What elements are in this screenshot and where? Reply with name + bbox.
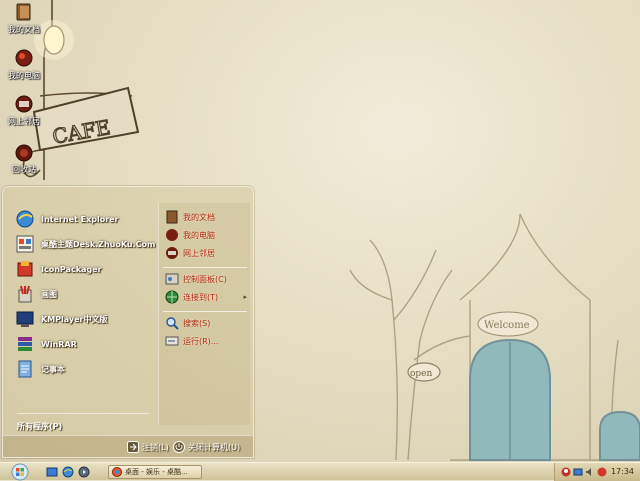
program-item-iconpackager[interactable]: IconPackager bbox=[15, 259, 102, 279]
tool-label: 运行(R)... bbox=[183, 336, 219, 346]
qq-icon[interactable] bbox=[561, 467, 571, 477]
place-label: 网上邻居 bbox=[183, 248, 215, 258]
show-desktop-icon[interactable] bbox=[46, 466, 58, 478]
desktop-icon-recycle-bin[interactable]: 回收站 bbox=[2, 142, 46, 175]
program-label: WinRAR bbox=[41, 339, 77, 349]
media-player-icon[interactable] bbox=[78, 466, 90, 478]
winrar-icon bbox=[18, 337, 32, 351]
desktop-icon-label: 回收站 bbox=[12, 165, 36, 174]
security-icon[interactable] bbox=[597, 467, 607, 477]
shutdown-button[interactable]: 关闭计算机(U) bbox=[173, 440, 240, 454]
start-menu-programs-panel: Internet Explorer 桌酷主题Desk.ZhuoKu.Com Ic… bbox=[7, 203, 155, 425]
iconpackager-icon bbox=[17, 261, 33, 277]
program-item-internet-explorer[interactable]: Internet Explorer bbox=[15, 209, 119, 229]
search-icon bbox=[166, 317, 179, 330]
system-tray: 17:34 bbox=[554, 463, 640, 481]
start-button[interactable] bbox=[10, 463, 30, 481]
network-places-icon bbox=[166, 247, 178, 259]
network-icon[interactable] bbox=[573, 467, 583, 477]
logoff-icon bbox=[127, 441, 139, 453]
taskbar-window-button[interactable]: 桌面 - 娱乐 - 桌酷... bbox=[108, 465, 202, 479]
welcome-sign-text: Welcome bbox=[484, 320, 530, 331]
internet-explorer-icon[interactable] bbox=[62, 466, 74, 478]
paint-icon bbox=[18, 285, 32, 303]
logoff-label: 注销(L) bbox=[142, 442, 169, 452]
tool-label: 搜索(S) bbox=[183, 318, 211, 328]
desktop-icon-my-documents[interactable]: 我的文档 bbox=[2, 2, 46, 35]
all-programs-divider bbox=[17, 413, 149, 414]
places-divider bbox=[163, 267, 247, 268]
program-label: Internet Explorer bbox=[41, 214, 119, 224]
desktop-icon-label: 我的电脑 bbox=[8, 71, 40, 80]
program-item-notepad[interactable]: 记事本 bbox=[15, 359, 65, 379]
program-label: IconPackager bbox=[41, 264, 102, 274]
volume-icon[interactable] bbox=[585, 467, 595, 477]
all-programs-button[interactable]: 所有程序(P) bbox=[17, 419, 62, 433]
desktop: CAFE Welcome open 我的文档 我的电脑 网上邻居 回收站 Int… bbox=[0, 0, 640, 462]
system-label: 控制面板(C) bbox=[183, 274, 227, 284]
kmplayer-icon bbox=[16, 311, 34, 327]
recycle-bin-icon bbox=[15, 144, 33, 162]
internet-explorer-icon bbox=[16, 210, 34, 228]
desktop-icon-network[interactable]: 网上邻居 bbox=[2, 94, 46, 127]
program-label: 画图 bbox=[41, 289, 57, 299]
place-item-network[interactable]: 网上邻居 bbox=[165, 245, 249, 261]
chevron-right-icon: ▸ bbox=[243, 293, 247, 301]
browser-icon bbox=[112, 467, 122, 477]
my-computer-icon bbox=[166, 229, 178, 241]
desktop-icon-label: 我的文档 bbox=[8, 25, 40, 34]
my-documents-icon bbox=[16, 3, 31, 21]
connect-to-icon bbox=[165, 290, 179, 304]
place-label: 我的文档 bbox=[183, 212, 215, 222]
system-item-control-panel[interactable]: 控制面板(C) bbox=[165, 271, 249, 287]
system-item-connect-to[interactable]: 连接到(T) ▸ bbox=[165, 289, 249, 305]
shutdown-label: 关闭计算机(U) bbox=[188, 442, 241, 452]
all-programs-label: 所有程序(P) bbox=[17, 421, 63, 431]
power-icon bbox=[173, 441, 185, 453]
program-item-kmplayer[interactable]: KMPlayer中文版 bbox=[15, 309, 108, 329]
taskbar-window-label: 桌面 - 娱乐 - 桌酷... bbox=[125, 468, 188, 476]
start-menu-places-panel: 我的文档 我的电脑 网上邻居 控制面板(C) 连接到(T) ▸ 搜索(S) 运行… bbox=[158, 203, 250, 425]
tool-item-search[interactable]: 搜索(S) bbox=[165, 315, 249, 331]
place-item-my-computer[interactable]: 我的电脑 bbox=[165, 227, 249, 243]
notepad-icon bbox=[18, 360, 32, 378]
system-label: 连接到(T) bbox=[183, 292, 219, 302]
zhuoku-theme-icon bbox=[16, 235, 34, 253]
my-computer-icon bbox=[15, 49, 33, 67]
place-label: 我的电脑 bbox=[183, 230, 215, 240]
program-item-paint[interactable]: 画图 bbox=[15, 284, 57, 304]
program-item-winrar[interactable]: WinRAR bbox=[15, 334, 77, 354]
program-label: 记事本 bbox=[41, 364, 65, 374]
my-documents-icon bbox=[166, 210, 178, 224]
logoff-button[interactable]: 注销(L) bbox=[127, 440, 169, 454]
clock: 17:34 bbox=[610, 467, 634, 476]
desktop-icon-label: 网上邻居 bbox=[8, 117, 40, 126]
program-label: KMPlayer中文版 bbox=[41, 314, 108, 324]
start-menu: Internet Explorer 桌酷主题Desk.ZhuoKu.Com Ic… bbox=[2, 186, 254, 458]
open-sign-text: open bbox=[410, 369, 433, 379]
network-places-icon bbox=[15, 95, 33, 113]
run-icon bbox=[165, 336, 179, 346]
taskbar: 桌面 - 娱乐 - 桌酷... 17:34 bbox=[0, 462, 640, 481]
tool-item-run[interactable]: 运行(R)... bbox=[165, 333, 249, 349]
start-menu-footer: 注销(L) 关闭计算机(U) bbox=[3, 435, 253, 457]
place-item-my-documents[interactable]: 我的文档 bbox=[165, 209, 249, 225]
desktop-icon-my-computer[interactable]: 我的电脑 bbox=[2, 48, 46, 81]
program-label: 桌酷主题Desk.ZhuoKu.Com bbox=[41, 239, 156, 249]
system-divider bbox=[163, 311, 247, 312]
control-panel-icon bbox=[165, 273, 179, 285]
program-item-zhuoku-theme[interactable]: 桌酷主题Desk.ZhuoKu.Com bbox=[15, 234, 155, 254]
